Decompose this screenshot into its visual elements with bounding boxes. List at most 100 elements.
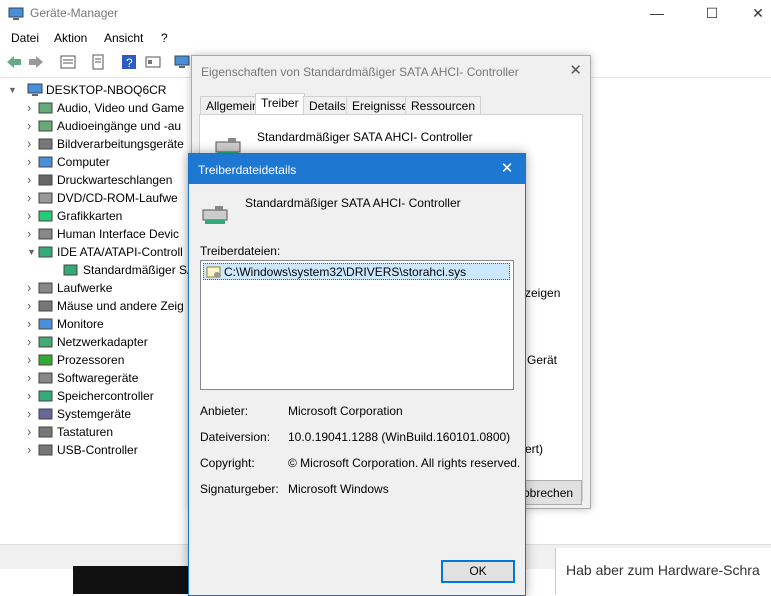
controller-icon: [202, 206, 228, 224]
help-icon[interactable]: ?: [121, 54, 137, 70]
computer-icon: [38, 156, 53, 168]
file-version-label: Dateiversion:: [200, 430, 271, 444]
chevron-right-icon[interactable]: ›: [27, 387, 37, 405]
chevron-right-icon[interactable]: ›: [27, 369, 37, 387]
forward-arrow-icon[interactable]: [28, 54, 44, 70]
tree-child-item[interactable]: Standardmäßiger SA: [45, 261, 190, 279]
disc-drive-icon: [38, 192, 53, 204]
maximize-button[interactable]: ☐: [689, 0, 735, 28]
tree-item[interactable]: › Grafikkarten: [27, 207, 190, 225]
camera-icon: [38, 138, 53, 150]
chevron-right-icon[interactable]: ›: [27, 279, 37, 297]
driver-files-label: Treiberdateien:: [200, 244, 281, 258]
chevron-right-icon[interactable]: ›: [27, 117, 37, 135]
tree-item[interactable]: › Tastaturen: [27, 423, 190, 441]
tree-item[interactable]: › Audio, Video und Game: [27, 99, 190, 117]
provider-value: Microsoft Corporation: [288, 404, 403, 418]
speaker-icon: [38, 120, 53, 132]
properties-view-icon[interactable]: [60, 54, 76, 70]
chevron-right-icon[interactable]: ›: [27, 351, 37, 369]
disk-drive-icon: [38, 282, 53, 294]
signer-value: Microsoft Windows: [288, 482, 389, 496]
tree-item[interactable]: › Speichercontroller: [27, 387, 190, 405]
chevron-right-icon[interactable]: ›: [27, 423, 37, 441]
tree-item[interactable]: › Prozessoren: [27, 351, 190, 369]
back-arrow-icon[interactable]: [6, 54, 22, 70]
storage-controller-icon: [38, 390, 53, 402]
speaker-icon: [38, 102, 53, 114]
driver-file-icon: [206, 266, 221, 278]
driver-details-dialog: Treiberdateidetails ✕ Standardmäßiger SA…: [188, 153, 526, 596]
tree-item[interactable]: › DVD/CD-ROM-Laufwe: [27, 189, 190, 207]
chevron-right-icon[interactable]: ›: [27, 135, 37, 153]
tab-treiber[interactable]: Treiber: [255, 93, 305, 115]
chevron-down-icon[interactable]: ▼: [8, 81, 18, 99]
tree-item[interactable]: › Audioeingänge und -au: [27, 117, 190, 135]
scan-hardware-icon[interactable]: [174, 54, 190, 70]
background-text: Hab aber zum Hardware-Schra: [566, 562, 760, 578]
partial-text: zeigen: [525, 286, 561, 300]
tree-item[interactable]: › Druckwarteschlangen: [27, 171, 190, 189]
ide-controller-icon: [63, 264, 78, 276]
display-adapter-icon: [38, 210, 53, 222]
close-icon[interactable]: ✕: [569, 61, 582, 79]
driver-files-list[interactable]: C:\Windows\system32\DRIVERS\storahci.sys: [200, 260, 514, 390]
menu-bar: Datei Aktion Ansicht ?: [0, 28, 771, 50]
tree-item[interactable]: › Monitore: [27, 315, 190, 333]
partial-text: Gerät: [527, 353, 558, 367]
menu-datei[interactable]: Datei: [11, 31, 39, 45]
tab-ressourcen[interactable]: Ressourcen: [405, 96, 482, 115]
system-device-icon: [38, 408, 53, 420]
update-driver-icon[interactable]: [145, 54, 161, 70]
main-titlebar: Geräte-Manager — ☐ ✕: [0, 0, 771, 28]
background-window: Hab aber zum Hardware-Schra: [555, 548, 771, 594]
tree-item[interactable]: › Bildverarbeitungsgeräte: [27, 135, 190, 153]
file-version-value: 10.0.19041.1288 (WinBuild.160101.0800): [288, 430, 511, 444]
device-name: Standardmäßiger SATA AHCI- Controller: [245, 196, 461, 210]
chevron-right-icon[interactable]: ›: [27, 441, 37, 459]
close-icon[interactable]: ✕: [489, 154, 525, 184]
chevron-right-icon[interactable]: ›: [27, 153, 37, 171]
tree-item[interactable]: › Computer: [27, 153, 190, 171]
device-name: Standardmäßiger SATA AHCI- Controller: [257, 130, 473, 144]
chevron-right-icon[interactable]: ›: [27, 315, 37, 333]
chevron-right-icon[interactable]: ›: [27, 99, 37, 117]
device-manager-icon: [8, 7, 24, 20]
tree-item[interactable]: › Human Interface Devic: [27, 225, 190, 243]
tree-item[interactable]: ▼ IDE ATA/ATAPI-Controll: [27, 243, 190, 261]
document-icon[interactable]: [90, 54, 106, 70]
printer-icon: [38, 174, 53, 186]
menu-aktion[interactable]: Aktion: [54, 31, 87, 45]
monitor-icon: [38, 318, 53, 330]
usb-icon: [38, 444, 53, 456]
chevron-right-icon[interactable]: ›: [27, 405, 37, 423]
tree-item[interactable]: › Mäuse und andere Zeig: [27, 297, 190, 315]
tree-root[interactable]: ▼ DESKTOP-NBOQ6CR: [8, 81, 188, 99]
keyboard-icon: [38, 426, 53, 438]
ok-button[interactable]: OK: [441, 560, 515, 583]
tree-item[interactable]: › Netzwerkadapter: [27, 333, 190, 351]
driver-dialog-title: Treiberdateidetails: [198, 163, 297, 177]
chevron-down-icon[interactable]: ▼: [27, 243, 37, 261]
chevron-right-icon[interactable]: ›: [27, 189, 37, 207]
hid-icon: [38, 228, 53, 240]
tree-item[interactable]: › Laufwerke: [27, 279, 190, 297]
chevron-right-icon[interactable]: ›: [27, 333, 37, 351]
tree-item[interactable]: › Systemgeräte: [27, 405, 190, 423]
provider-label: Anbieter:: [200, 404, 249, 418]
tree-item[interactable]: › Softwaregeräte: [27, 369, 190, 387]
tab-details[interactable]: Details: [303, 96, 352, 115]
close-button[interactable]: ✕: [735, 0, 771, 28]
tree-item[interactable]: › USB-Controller: [27, 441, 190, 459]
menu-help[interactable]: ?: [161, 31, 168, 45]
chevron-right-icon[interactable]: ›: [27, 207, 37, 225]
list-item[interactable]: C:\Windows\system32\DRIVERS\storahci.sys: [203, 263, 510, 280]
tab-ereignisse[interactable]: Ereignisse: [346, 96, 415, 115]
signer-label: Signaturgeber:: [200, 482, 279, 496]
minimize-button[interactable]: —: [634, 0, 680, 28]
menu-ansicht[interactable]: Ansicht: [104, 31, 143, 45]
chevron-right-icon[interactable]: ›: [27, 171, 37, 189]
chevron-right-icon[interactable]: ›: [27, 297, 37, 315]
chevron-right-icon[interactable]: ›: [27, 225, 37, 243]
computer-icon: [27, 83, 43, 96]
